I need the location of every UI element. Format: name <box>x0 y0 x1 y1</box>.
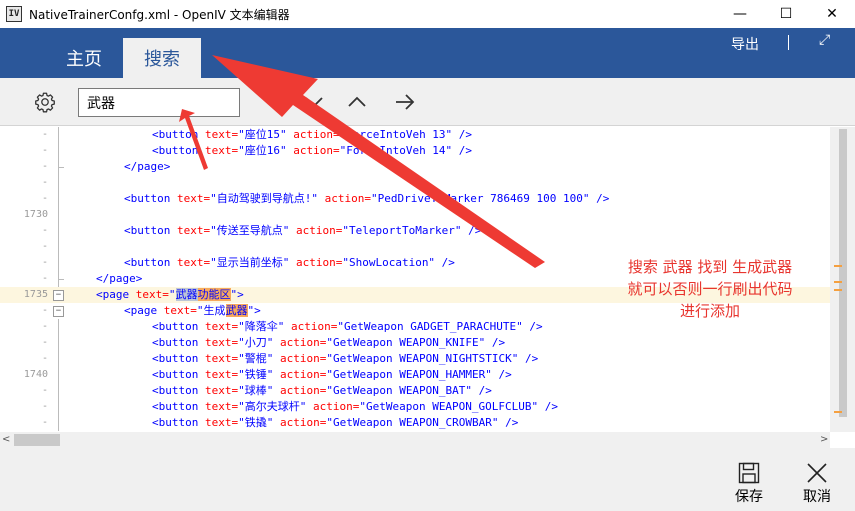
cancel-label: 取消 <box>803 489 831 505</box>
search-toolbar <box>0 78 855 126</box>
tab-search[interactable]: 搜索 <box>123 38 201 78</box>
code-line: - </page> <box>41 159 171 175</box>
annotation-line: 搜索 武器 找到 生成武器 <box>627 258 793 276</box>
window-controls: — ☐ ✕ <box>717 0 855 28</box>
annotation-line: 就可以否则一行刷出代码 <box>627 280 793 298</box>
chevron-down-icon[interactable] <box>303 90 325 114</box>
fold-toggle-icon[interactable]: − <box>53 306 64 317</box>
header-divider <box>788 35 789 50</box>
code-line: - <box>0 239 830 255</box>
arrow-right-icon[interactable] <box>394 90 416 114</box>
scroll-match-marker <box>834 265 842 267</box>
bottom-action-bar: 保存 取消 <box>0 448 855 511</box>
cancel-button[interactable]: 取消 <box>795 460 839 506</box>
search-match: 武器 <box>225 304 248 317</box>
expand-icon[interactable]: ⤢ <box>819 32 830 48</box>
close-x-icon <box>807 463 827 483</box>
chevron-up-icon[interactable] <box>346 90 368 114</box>
scroll-match-marker <box>834 411 842 413</box>
tab-home[interactable]: 主页 <box>45 38 123 78</box>
line-number: 1735 <box>23 289 48 300</box>
search-input[interactable] <box>78 88 240 117</box>
vertical-scrollbar[interactable] <box>830 127 855 432</box>
code-line: - <button text="警棍" action="GetWeapon WE… <box>41 351 539 367</box>
scroll-left-icon[interactable]: < <box>2 432 10 448</box>
horizontal-scrollbar[interactable]: < > <box>0 432 830 448</box>
code-line: 1740 <button text="铁锤" action="GetWeapon… <box>0 367 830 383</box>
window-title: NativeTrainerConfg.xml - OpenIV 文本编辑器 <box>29 7 290 22</box>
save-button[interactable]: 保存 <box>727 460 771 506</box>
fold-toggle-icon[interactable]: − <box>53 290 64 301</box>
line-number: 1730 <box>23 209 48 220</box>
minimize-button[interactable]: — <box>717 0 763 28</box>
save-label: 保存 <box>735 489 763 505</box>
annotation-line: 进行添加 <box>679 302 740 320</box>
code-line: - <button text="传送至导航点" action="Teleport… <box>41 223 482 239</box>
horizontal-scroll-thumb[interactable] <box>14 434 60 446</box>
scroll-right-icon[interactable]: > <box>820 432 828 448</box>
code-line: - <button text="座位15" action="ForceIntoV… <box>41 127 473 143</box>
ribbon-header: 主页 搜索 导出 ⤢ <box>0 28 855 78</box>
openiv-app-icon: IV <box>6 6 22 22</box>
code-line: - <button text="小刀" action="GetWeapon WE… <box>41 335 506 351</box>
code-line: - <button text="高尔夫球杆" action="GetWeapon… <box>41 399 559 415</box>
search-match-current: 武器 <box>175 288 198 301</box>
code-line: - <button text="座位16" action="ForceIntoV… <box>41 143 473 159</box>
line-number: 1740 <box>23 369 48 380</box>
code-line: - <button text="铁撬" action="GetWeapon WE… <box>41 415 519 431</box>
code-line: - <button text="球棒" action="GetWeapon WE… <box>41 383 492 399</box>
maximize-button[interactable]: ☐ <box>763 0 809 28</box>
code-line: 1730 <box>0 207 830 223</box>
scroll-match-marker <box>834 289 842 291</box>
close-button[interactable]: ✕ <box>809 0 855 28</box>
vertical-scroll-thumb[interactable] <box>839 129 847 417</box>
export-button[interactable]: 导出 <box>731 34 759 54</box>
code-line: - <button text="自动驾驶到导航点!" action="PedDr… <box>41 191 610 207</box>
title-bar: IV NativeTrainerConfg.xml - OpenIV 文本编辑器… <box>0 0 855 28</box>
gear-icon[interactable] <box>34 91 56 113</box>
scroll-match-marker <box>834 281 842 283</box>
annotation-note: 搜索 武器 找到 生成武器 就可以否则一行刷出代码 进行添加 <box>590 256 830 322</box>
code-line: - <box>0 175 830 191</box>
save-icon <box>738 462 760 484</box>
